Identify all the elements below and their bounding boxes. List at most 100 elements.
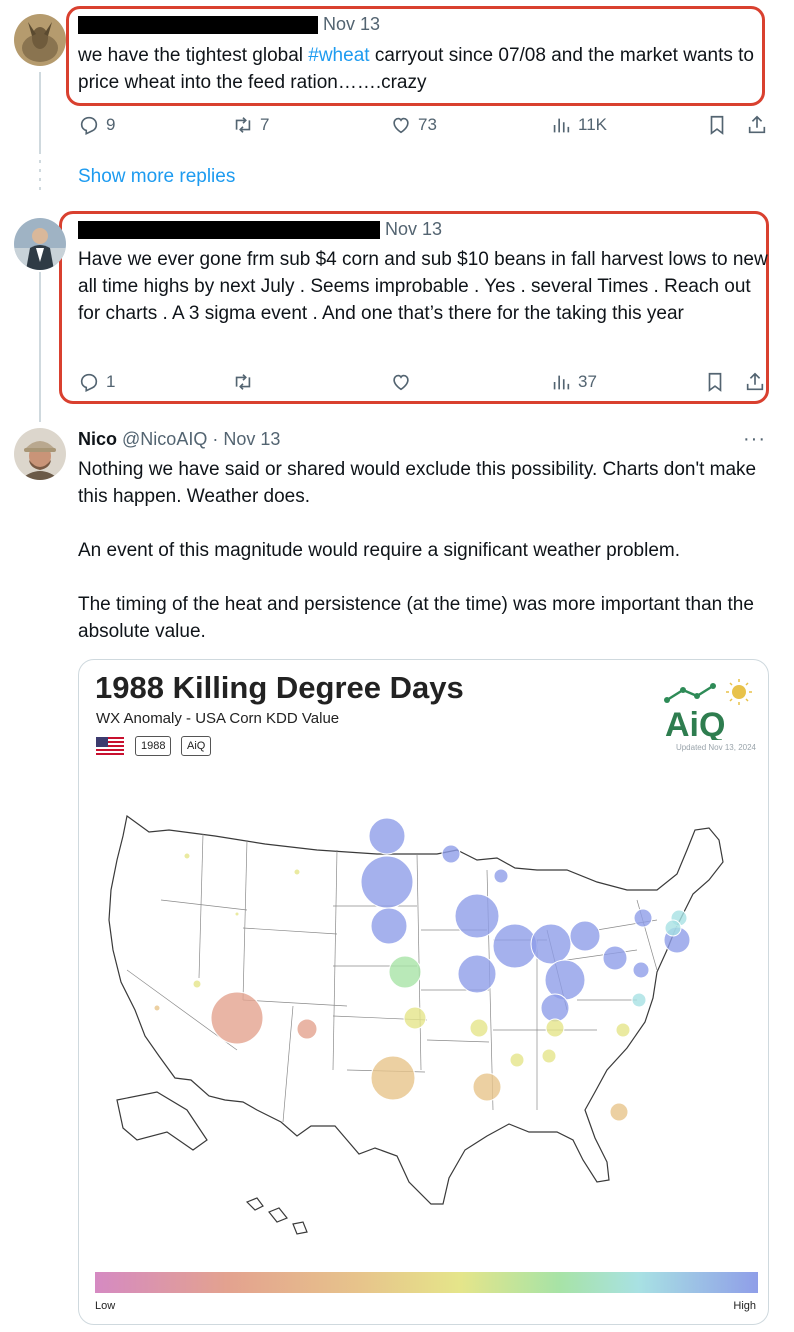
tweet-paragraph: Nothing we have said or shared would exc… [78, 459, 757, 507]
like-count: 73 [418, 115, 437, 134]
tweet-text: we have the tightest global #wheat carry… [78, 45, 754, 93]
kdd-bubble [368, 817, 406, 855]
views-count: 37 [578, 372, 597, 391]
kdd-bubble [457, 954, 497, 994]
retweet-button[interactable]: 7 [232, 114, 269, 136]
kdd-bubble [544, 959, 586, 1001]
reply-count: 9 [106, 115, 116, 134]
share-button[interactable] [744, 371, 766, 393]
avatar[interactable] [14, 218, 66, 270]
tweet-paragraph: An event of this magnitude would require… [78, 540, 681, 561]
kdd-bubble [293, 868, 301, 876]
retweet-button[interactable] [232, 371, 254, 393]
like-button[interactable]: 73 [390, 114, 437, 136]
kdd-bubble [403, 1006, 427, 1030]
redacted-name [78, 221, 380, 240]
share-icon [748, 115, 766, 134]
thread-line [39, 72, 41, 154]
kdd-bubble [210, 991, 264, 1045]
show-more-replies-link[interactable]: Show more replies [78, 166, 235, 188]
tweet-date[interactable]: Nov 13 [223, 429, 280, 449]
reply-icon [80, 373, 98, 393]
kdd-bubble [633, 908, 653, 928]
share-button[interactable] [746, 114, 768, 136]
kdd-bubble [296, 1018, 318, 1040]
bookmark-icon [710, 115, 724, 135]
kdd-bubble [388, 955, 422, 989]
kdd-bubble [602, 945, 628, 971]
kdd-bubble [541, 1048, 557, 1064]
reply-count: 1 [106, 372, 116, 391]
tweet-header: Nov 13 [78, 219, 442, 240]
legend-low-label: Low [95, 1300, 116, 1312]
like-icon [393, 374, 409, 391]
tweet-header: Nov 13 [78, 14, 380, 35]
views-icon [553, 375, 570, 390]
bookmark-button[interactable] [706, 114, 728, 136]
bookmark-button[interactable] [704, 371, 726, 393]
aiq-logo: AiQ [664, 679, 752, 740]
tweet-text: Have we ever gone frm sub $4 corn and su… [78, 249, 768, 324]
kdd-bubble [472, 1072, 502, 1102]
reply-button[interactable]: 1 [78, 371, 115, 393]
views-button[interactable]: 11K [550, 114, 607, 136]
avatar[interactable] [14, 14, 66, 66]
media-image[interactable]: 1988 Killing Degree Days WX Anomaly - US… [78, 659, 769, 1325]
kdd-bubble [153, 1004, 161, 1012]
views-icon [553, 118, 570, 133]
kdd-bubble [234, 911, 240, 917]
kdd-bubble [632, 961, 650, 979]
kdd-bubble [360, 855, 414, 909]
kdd-bubble [545, 1018, 565, 1038]
reply-icon [80, 116, 98, 136]
usa-kdd-map [108, 814, 724, 1235]
year-tag: 1988 [135, 736, 172, 756]
tweet-date[interactable]: Nov 13 [385, 219, 442, 239]
kdd-bubble [370, 1055, 416, 1101]
kdd-bubble [569, 920, 601, 952]
display-name[interactable]: Nico [78, 429, 117, 449]
kdd-bubble [492, 923, 538, 969]
kdd-bubble [540, 993, 570, 1023]
image-subtitle: WX Anomaly - USA Corn KDD Value [96, 710, 340, 727]
more-icon[interactable]: ··· [743, 428, 766, 451]
tweet-actions: 9 7 73 11K [78, 114, 768, 140]
reply-button[interactable]: 9 [78, 114, 115, 136]
separator-dot: · [212, 429, 219, 449]
kdd-bubble [609, 1102, 629, 1122]
kdd-bubble [183, 852, 191, 860]
legend-high-label: High [733, 1300, 756, 1312]
kdd-bubble [530, 923, 572, 965]
like-button[interactable] [390, 371, 412, 393]
views-count: 11K [578, 115, 607, 134]
updated-date: Updated Nov 13, 2024 [675, 743, 756, 752]
kdd-bubble [454, 893, 500, 939]
kdd-bubble [509, 1052, 525, 1068]
kdd-bubble [615, 1022, 631, 1038]
image-title: 1988 Killing Degree Days [95, 670, 464, 705]
tweet-text: Nothing we have said or shared would exc… [78, 456, 768, 645]
thread-line [39, 272, 41, 422]
kdd-bubble [631, 992, 647, 1008]
hashtag-link[interactable]: #wheat [308, 45, 369, 66]
tweet-header: Nico @NicoAIQ · Nov 13 [78, 429, 280, 450]
retweet-count: 7 [260, 115, 270, 134]
kdd-bubble [192, 979, 202, 989]
source-tag: AiQ [181, 736, 212, 756]
logo-text: AiQ [665, 706, 725, 740]
like-icon [393, 117, 409, 134]
kdd-bubble [469, 1018, 489, 1038]
tweet-date[interactable]: Nov 13 [323, 14, 380, 34]
kdd-bubble [664, 919, 682, 937]
bookmark-icon [708, 372, 722, 392]
kdd-bubble [370, 907, 408, 945]
thread-gap-dots [39, 160, 41, 190]
retweet-icon [235, 374, 251, 390]
kdd-bubble [493, 868, 509, 884]
kdd-bubble [441, 844, 461, 864]
views-button[interactable]: 37 [550, 371, 597, 393]
user-handle[interactable]: @NicoAIQ [122, 429, 207, 449]
avatar[interactable] [14, 428, 66, 480]
tweet-paragraph: The timing of the heat and persistence (… [78, 594, 754, 642]
tweet-actions: 1 37 [78, 371, 768, 397]
